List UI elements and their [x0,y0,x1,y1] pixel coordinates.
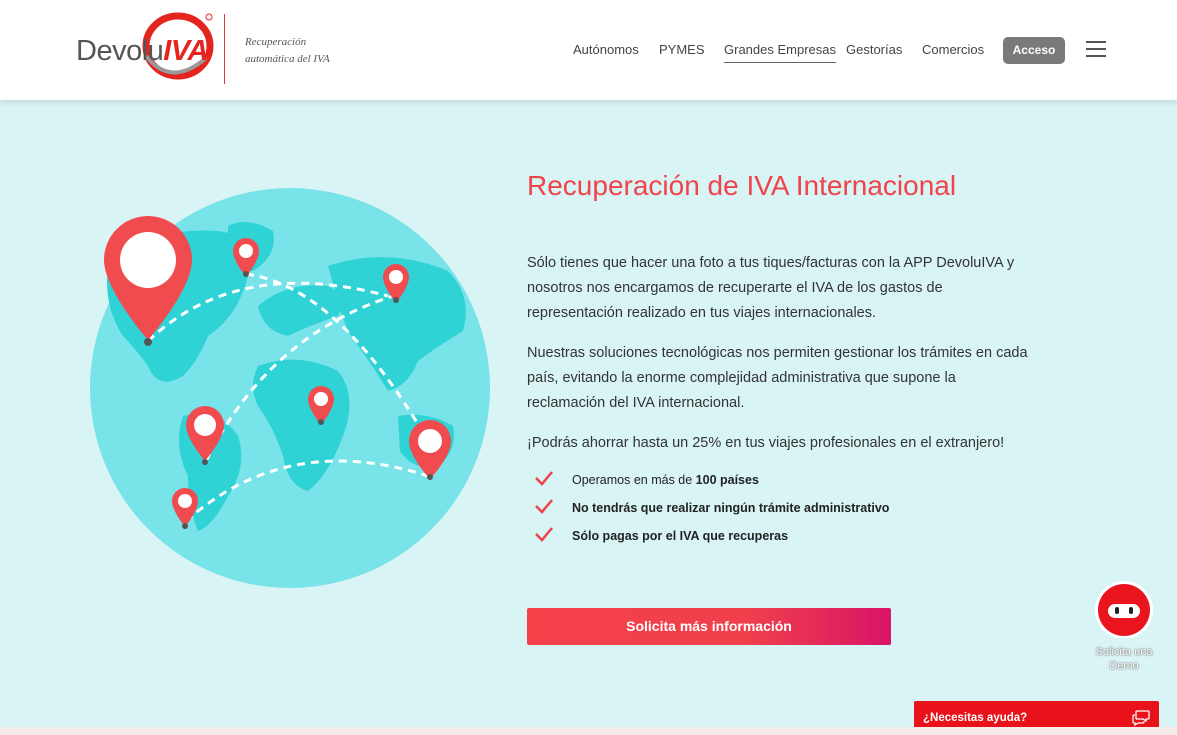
page-title: Recuperación de IVA Internacional [527,170,957,201]
site-header: DevoluIVA Recuperación automática del IV… [0,0,1177,100]
checkmark-icon [535,499,553,514]
checkmark-icon [535,471,553,486]
checkmark-icon [535,527,553,542]
help-label: ¿Necesitas ayuda? [923,712,1028,724]
mascot-icon [1095,581,1153,639]
world-map-illustration [88,186,492,590]
intro-paragraph: Sólo tienes que hacer una foto a tus tiq… [527,255,1015,321]
devoluiva-logo[interactable]: DevoluIVA [76,10,216,85]
tagline: Recuperación automática del IVA [245,36,330,65]
access-button[interactable]: Acceso [1003,37,1065,64]
hamburger-icon[interactable] [1086,41,1106,57]
nav-pymes[interactable]: PYMES [659,42,705,57]
demo-label: Demo [1109,660,1139,672]
chat-bubble-icon [1132,710,1150,726]
logo-text: DevoluIVA [76,35,208,67]
demo-label: Solicita una [1095,646,1153,658]
request-demo-widget[interactable]: Solicita una Demo [1090,578,1158,673]
nav-gestorias[interactable]: Gestorías [846,42,902,57]
nav-autonomos[interactable]: Autónomos [573,42,639,57]
request-info-button[interactable]: Solicita más información [527,608,891,645]
nav-grandes-empresas[interactable]: Grandes Empresas [724,42,836,63]
savings-paragraph: ¡Podrás ahorrar hasta un 25% en tus viaj… [527,435,1005,451]
nav-comercios[interactable]: Comercios [922,42,984,57]
bottom-section-edge [0,727,1177,735]
solutions-paragraph: Nuestras soluciones tecnológicas nos per… [527,345,1028,411]
logo-divider [224,14,225,84]
